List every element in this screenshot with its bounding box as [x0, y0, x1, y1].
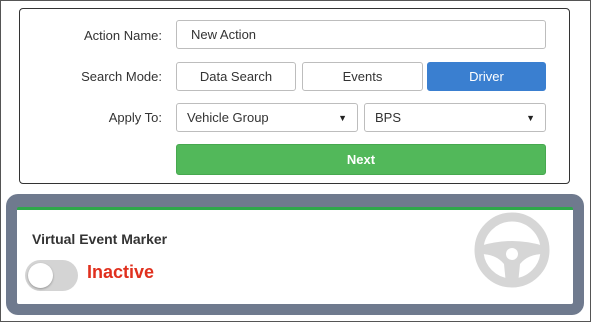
marker-card: Virtual Event Marker Inactive	[17, 207, 573, 304]
caret-down-icon: ▼	[338, 112, 347, 123]
apply-to-label: Apply To:	[108, 110, 162, 125]
apply-to-value-text: BPS	[375, 110, 402, 125]
marker-title: Virtual Event Marker	[32, 231, 168, 247]
caret-down-icon: ▼	[526, 112, 535, 123]
action-form-card: Action Name: Search Mode: Data Search Ev…	[19, 8, 570, 184]
toggle-knob	[28, 263, 53, 288]
apply-to-value-select[interactable]: BPS ▼	[364, 103, 546, 132]
action-name-input[interactable]	[176, 20, 546, 49]
mode-driver-button[interactable]: Driver	[427, 62, 546, 91]
apply-to-type-value: Vehicle Group	[187, 110, 269, 125]
status-text: Inactive	[87, 262, 155, 282]
next-button[interactable]: Next	[176, 144, 546, 175]
marker-toggle[interactable]	[25, 260, 78, 291]
search-mode-label: Search Mode:	[81, 69, 162, 84]
mode-events-button[interactable]: Events	[302, 62, 423, 91]
mode-data-search-button[interactable]: Data Search	[176, 62, 296, 91]
marker-panel: Virtual Event Marker Inactive	[6, 194, 584, 315]
window-frame: Action Name: Search Mode: Data Search Ev…	[0, 0, 591, 322]
steering-wheel-icon	[474, 212, 550, 288]
action-name-label: Action Name:	[83, 28, 162, 43]
apply-to-type-select[interactable]: Vehicle Group ▼	[176, 103, 358, 132]
